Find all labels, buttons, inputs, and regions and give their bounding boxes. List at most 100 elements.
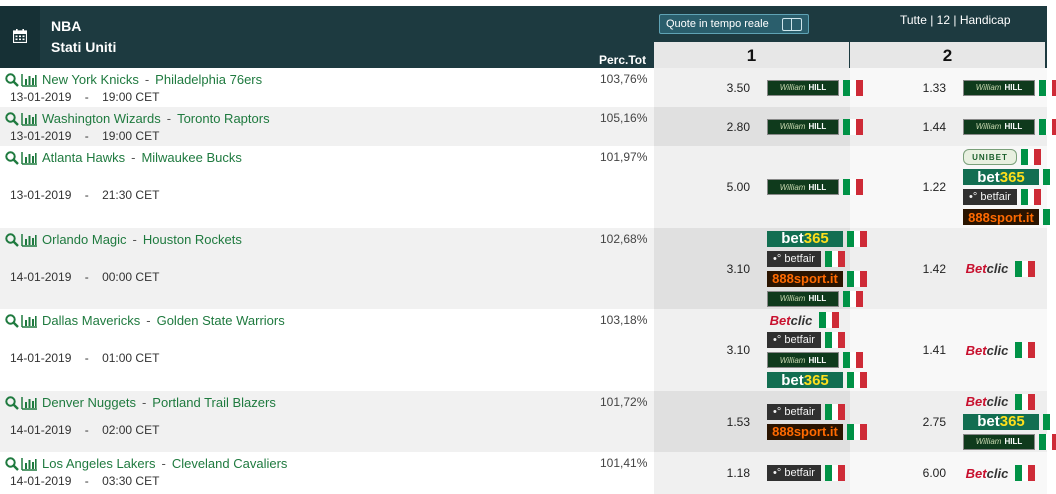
italy-flag-icon <box>1043 209 1056 225</box>
odd-home-value[interactable]: 1.18 <box>690 466 750 480</box>
match-time: 02:00 CET <box>102 423 160 437</box>
bookmaker-bet365[interactable]: bet 365 <box>963 169 1056 185</box>
stats-icon[interactable] <box>21 233 38 247</box>
bookmaker-bet365[interactable]: bet 365 <box>963 413 1056 430</box>
bet365-logo: bet 365 <box>767 372 843 388</box>
william-hill-logo-text-2: HILL <box>1004 83 1023 92</box>
bookmaker-betclic[interactable]: Bet clic <box>963 465 1036 481</box>
odd-home-value[interactable]: 3.10 <box>690 343 750 357</box>
home-team-link[interactable]: Atlanta Hawks <box>42 150 125 165</box>
match-icons <box>5 73 38 88</box>
italy-flag-icon <box>1043 169 1056 185</box>
betclic-logo-text: Bet <box>965 342 987 358</box>
bookmaker-bet365[interactable]: bet 365 <box>767 372 868 388</box>
search-icon[interactable] <box>5 73 19 87</box>
perc-tot-value: 102,68% <box>600 232 648 246</box>
away-team-link[interactable]: Cleveland Cavaliers <box>172 456 288 471</box>
odd-home-value[interactable]: 1.53 <box>690 415 750 429</box>
stats-icon[interactable] <box>21 151 38 165</box>
bookmaker-betfair[interactable]: •° betfair <box>767 465 846 481</box>
odd-away-value[interactable]: 1.41 <box>886 343 946 357</box>
bet365-logo-text-2: 365 <box>803 372 829 388</box>
search-icon[interactable] <box>5 112 19 126</box>
888sport-logo-text: 888sport.it <box>772 424 838 439</box>
away-team-link[interactable]: Golden State Warriors <box>157 313 285 328</box>
bet365-logo-text: bet <box>781 372 804 388</box>
bookmaker-william-hill[interactable]: William HILL <box>767 179 864 195</box>
home-team-link[interactable]: Los Angeles Lakers <box>42 456 155 471</box>
match-date: 13-01-2019 <box>10 188 72 202</box>
stats-icon[interactable] <box>21 457 38 471</box>
bookmaker-betfair[interactable]: •° betfair <box>767 332 846 348</box>
odd-home-value[interactable]: 3.10 <box>690 262 750 276</box>
home-team-link[interactable]: Denver Nuggets <box>42 395 136 410</box>
bookmaker-888sport[interactable]: 888sport.it <box>767 423 868 440</box>
match-date: 13-01-2019 <box>10 129 72 143</box>
stats-icon[interactable] <box>21 73 38 87</box>
bookmaker-william-hill[interactable]: William HILL <box>963 433 1056 450</box>
away-team-link[interactable]: Houston Rockets <box>143 232 242 247</box>
bookmaker-betclic[interactable]: Bet clic <box>767 312 840 328</box>
bookmaker-betfair[interactable]: •° betfair <box>767 250 846 267</box>
bookmaker-william-hill[interactable]: William HILL <box>767 290 864 307</box>
away-team-link[interactable]: Milwaukee Bucks <box>141 150 241 165</box>
bookmaker-betclic[interactable]: Bet clic <box>963 260 1036 277</box>
search-icon[interactable] <box>5 233 19 247</box>
bookmaker-william-hill[interactable]: William HILL <box>767 118 864 135</box>
betclic-logo-text-2: clic <box>986 342 1009 358</box>
unibet-logo-text: UNIBET <box>972 152 1008 162</box>
home-team-link[interactable]: Washington Wizards <box>42 111 161 126</box>
bookmaker-unibet[interactable]: UNIBET <box>963 149 1042 165</box>
bookmaker-william-hill[interactable]: William HILL <box>767 352 864 368</box>
bookmaker-888sport[interactable]: 888sport.it <box>963 209 1056 225</box>
bookmaker-betclic[interactable]: Bet clic <box>963 342 1036 358</box>
william-hill-logo-text: William <box>779 355 806 365</box>
odd-home-value[interactable]: 5.00 <box>690 180 750 194</box>
bookmaker-william-hill[interactable]: William HILL <box>963 79 1056 96</box>
column-header-2: 2 <box>850 42 1045 68</box>
bookmaker-betclic[interactable]: Bet clic <box>963 393 1036 410</box>
bookmaker-william-hill[interactable]: William HILL <box>767 79 864 96</box>
away-team-link[interactable]: Portland Trail Blazers <box>152 395 276 410</box>
calendar-button[interactable] <box>0 6 40 68</box>
odd-home-value[interactable]: 2.80 <box>690 120 750 134</box>
stats-icon[interactable] <box>21 314 38 328</box>
match-icons <box>5 314 38 329</box>
bookmaker-william-hill[interactable]: William HILL <box>963 118 1056 135</box>
william-hill-logo-text-2: HILL <box>1004 122 1023 131</box>
888sport-logo-text: 888sport.it <box>772 271 838 286</box>
search-icon[interactable] <box>5 457 19 471</box>
odd-away-value[interactable]: 1.42 <box>886 262 946 276</box>
away-team-link[interactable]: Toronto Raptors <box>177 111 270 126</box>
search-icon[interactable] <box>5 396 19 410</box>
odd-away-value[interactable]: 1.44 <box>886 120 946 134</box>
william-hill-logo: William HILL <box>767 352 839 368</box>
market-filters[interactable]: Tutte | 12 | Handicap <box>900 13 1011 27</box>
william-hill-logo-text-2: HILL <box>808 83 827 92</box>
realtime-odds-toggle[interactable]: Quote in tempo reale <box>659 14 809 34</box>
search-icon[interactable] <box>5 314 19 328</box>
search-icon[interactable] <box>5 151 19 165</box>
away-team-link[interactable]: Philadelphia 76ers <box>155 72 262 87</box>
odd-away-value[interactable]: 1.33 <box>886 81 946 95</box>
stats-icon[interactable] <box>21 112 38 126</box>
match-date: 14-01-2019 <box>10 474 72 488</box>
stats-icon[interactable] <box>21 396 38 410</box>
datetime-separator: - <box>71 423 103 437</box>
home-team-link[interactable]: New York Knicks <box>42 72 139 87</box>
bookmaker-888sport[interactable]: 888sport.it <box>767 270 868 287</box>
odd-away-value[interactable]: 2.75 <box>886 415 946 429</box>
italy-flag-icon <box>847 230 868 247</box>
datetime-separator: - <box>71 474 103 488</box>
odd-home-value[interactable]: 3.50 <box>690 81 750 95</box>
italy-flag-icon <box>1015 260 1036 277</box>
odd-away-value[interactable]: 1.22 <box>886 180 946 194</box>
bet365-logo-text: bet <box>977 413 1000 430</box>
realtime-odds-label: Quote in tempo reale <box>666 18 769 30</box>
bookmaker-betfair[interactable]: •° betfair <box>767 403 846 420</box>
home-team-link[interactable]: Dallas Mavericks <box>42 313 140 328</box>
bookmaker-betfair[interactable]: •° betfair <box>963 189 1042 205</box>
bookmaker-bet365[interactable]: bet 365 <box>767 230 868 247</box>
odd-away-value[interactable]: 6.00 <box>886 466 946 480</box>
home-team-link[interactable]: Orlando Magic <box>42 232 127 247</box>
